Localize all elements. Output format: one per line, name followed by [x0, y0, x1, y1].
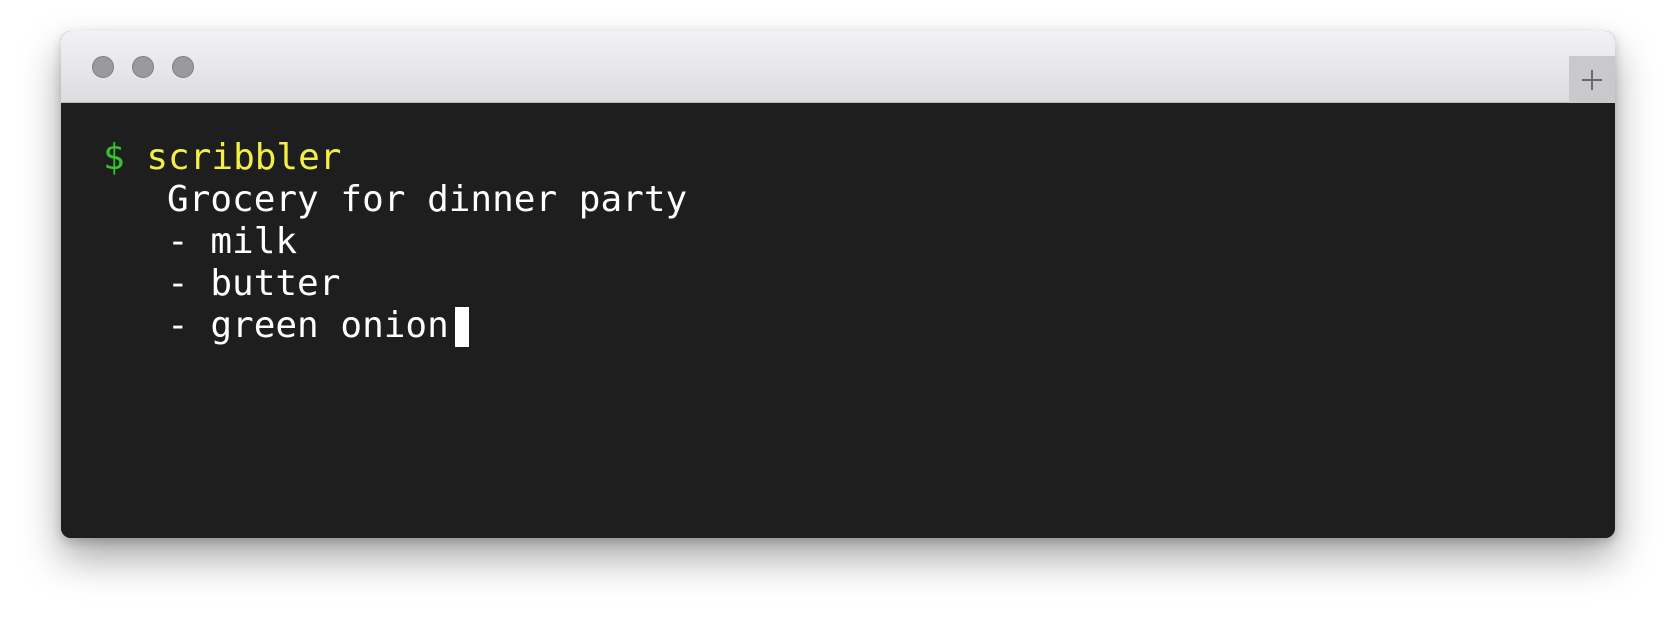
title-bar [61, 31, 1615, 103]
close-window-button[interactable] [92, 56, 114, 78]
output-line-item: - milk [167, 221, 298, 262]
output-line-title: Grocery for dinner party [167, 179, 688, 220]
output-line-item: - butter [167, 263, 341, 304]
plus-icon [1582, 69, 1602, 90]
terminal-body[interactable]: $ scribbler Grocery for dinner party - m… [61, 103, 1615, 538]
zoom-window-button[interactable] [172, 56, 194, 78]
text-cursor [454, 307, 469, 347]
output-line-item: - green onion [167, 305, 469, 347]
minimize-window-button[interactable] [132, 56, 154, 78]
output-line-text: - green onion [167, 305, 449, 346]
new-tab-button[interactable] [1569, 56, 1615, 103]
command-text: scribbler [146, 137, 342, 178]
terminal-window: $ scribbler Grocery for dinner party - m… [61, 31, 1615, 538]
prompt-line: $ scribbler [103, 137, 341, 179]
prompt-symbol: $ [103, 137, 125, 178]
